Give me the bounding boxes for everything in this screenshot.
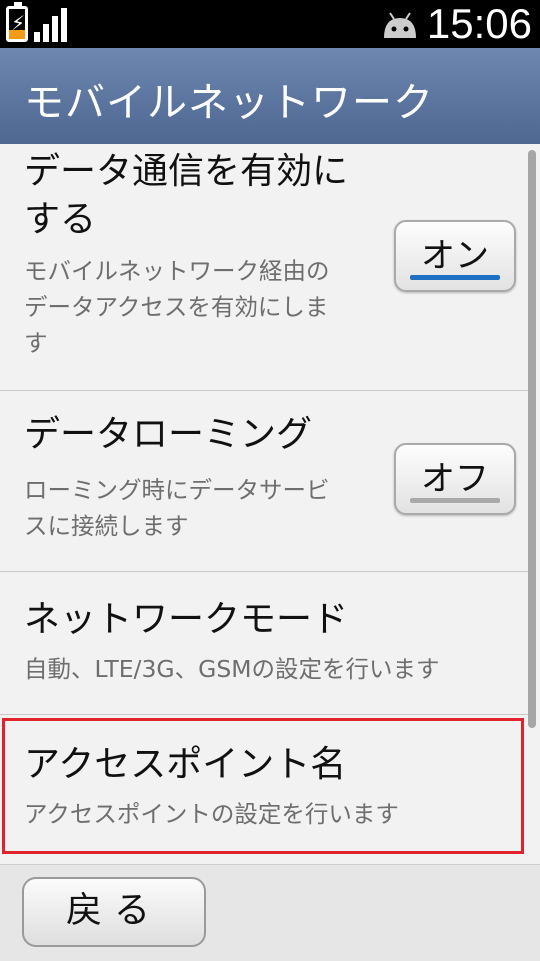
scrollbar[interactable]: [528, 150, 536, 728]
setting-summary: す: [24, 329, 48, 357]
setting-summary: スに接続します: [24, 512, 189, 540]
setting-title: データローミング: [24, 414, 313, 455]
setting-summary: 自動、LTE/3G、GSMの設定を行います: [24, 655, 440, 683]
android-icon: [384, 12, 416, 38]
status-bar: ⚡ 15:06: [0, 0, 540, 48]
setting-summary: データアクセスを有効にしま: [24, 293, 329, 321]
setting-network-mode[interactable]: ネットワークモード 自動、LTE/3G、GSMの設定を行います: [0, 572, 528, 715]
page-title: モバイルネットワーク: [24, 80, 434, 126]
toggle-label: オフ: [421, 459, 489, 499]
setting-title: ネットワークモード: [24, 599, 349, 640]
data-enabled-toggle[interactable]: オン: [394, 220, 516, 292]
status-clock: 15:06: [426, 0, 532, 47]
data-roaming-toggle[interactable]: オフ: [394, 443, 516, 515]
setting-data-enabled[interactable]: データ通信を有効に する モバイルネットワーク経由の データアクセスを有効にしま…: [0, 144, 528, 391]
bottom-bar: 戻る: [0, 864, 540, 961]
setting-summary: ローミング時にデータサービ: [24, 476, 330, 504]
battery-charging-icon: ⚡: [6, 2, 28, 42]
setting-summary: モバイルネットワーク経由の: [24, 257, 330, 285]
setting-data-roaming[interactable]: データローミング ローミング時にデータサービ スに接続します オフ: [0, 391, 528, 572]
back-button[interactable]: 戻る: [22, 877, 206, 947]
setting-title: データ通信を有効に: [24, 151, 349, 192]
toggle-indicator: [410, 275, 500, 280]
selection-highlight: [2, 718, 524, 854]
setting-title: する: [24, 199, 97, 240]
title-bar: モバイルネットワーク: [0, 48, 540, 145]
toggle-label: オン: [421, 236, 489, 276]
signal-strength-icon: [34, 8, 68, 42]
toggle-indicator: [410, 498, 500, 503]
